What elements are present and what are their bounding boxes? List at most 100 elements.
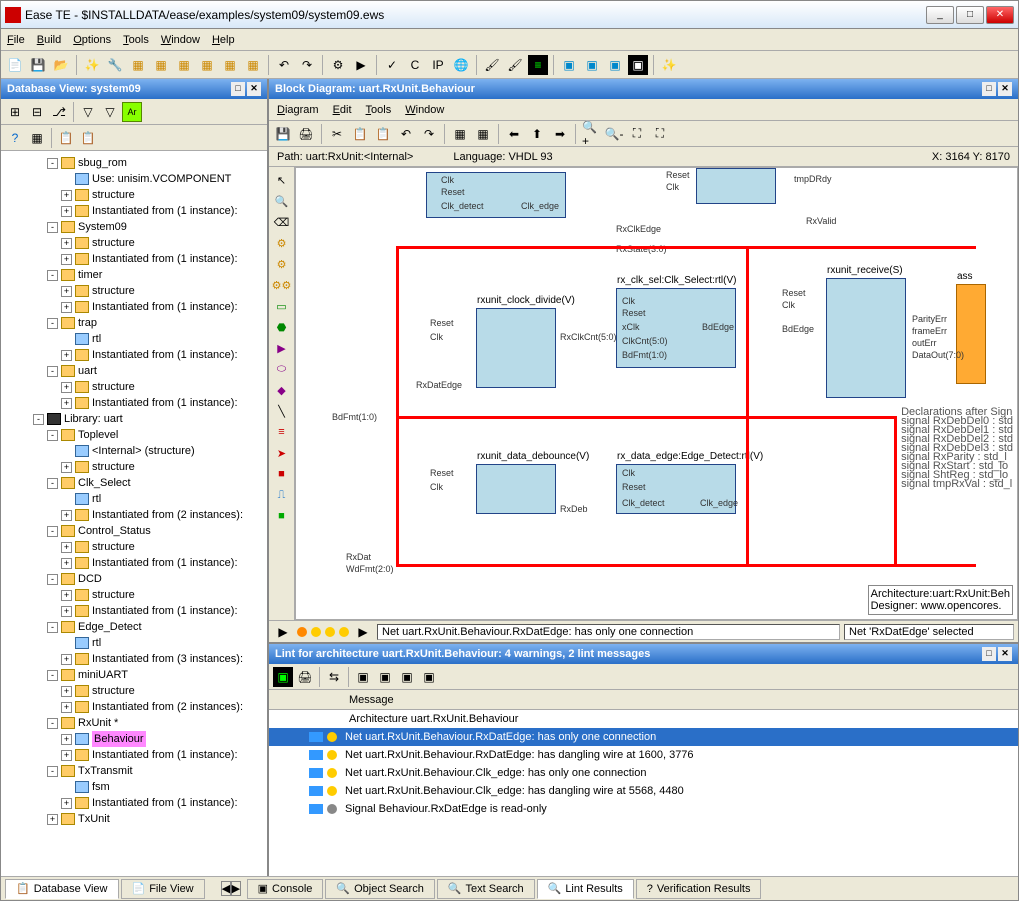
open-icon[interactable]: 📂: [51, 55, 71, 75]
tree-node[interactable]: +Instantiated from (1 instance):: [5, 347, 263, 363]
d-cut-icon[interactable]: ✂: [327, 124, 347, 144]
lines-tool-icon[interactable]: ≡: [273, 423, 291, 441]
brush1-icon[interactable]: 🖌: [482, 55, 502, 75]
menu-diag-window[interactable]: Window: [405, 104, 444, 116]
sheet4-icon[interactable]: ▦: [197, 55, 217, 75]
tab-scroll-left[interactable]: ◀: [221, 881, 231, 896]
tab-lint-results[interactable]: 🔍 Lint Results: [537, 879, 634, 899]
tri-tool-icon[interactable]: ▶: [273, 339, 291, 357]
tree-node[interactable]: rtl: [5, 635, 263, 651]
ar-icon[interactable]: Ar: [122, 102, 142, 122]
filter2-icon[interactable]: ▽: [100, 102, 120, 122]
menu-file[interactable]: File: [7, 34, 25, 46]
tree-node[interactable]: +structure: [5, 283, 263, 299]
magic-icon[interactable]: ✨: [659, 55, 679, 75]
close-button[interactable]: ✕: [986, 6, 1014, 24]
run-icon[interactable]: ▶: [351, 55, 371, 75]
menu-options[interactable]: Options: [73, 34, 111, 46]
ip-icon[interactable]: IP: [428, 55, 448, 75]
zoom-in-icon[interactable]: 🔍+: [581, 124, 601, 144]
nav-up-icon[interactable]: ⬆: [527, 124, 547, 144]
lint-f4-icon[interactable]: ▣: [419, 667, 439, 687]
gear2-icon[interactable]: ⚙: [273, 255, 291, 273]
eraser-icon[interactable]: ⌫: [273, 213, 291, 231]
menu-diag-tools[interactable]: Tools: [366, 104, 392, 116]
tree-node[interactable]: -Clk_Select: [5, 475, 263, 491]
diagram-max-button[interactable]: □: [982, 82, 996, 96]
c-icon[interactable]: C: [405, 55, 425, 75]
redo-icon[interactable]: ↷: [297, 55, 317, 75]
compile-icon[interactable]: ⚙: [328, 55, 348, 75]
hex-tool-icon[interactable]: ⬣: [273, 318, 291, 336]
sq-tool-icon[interactable]: ■: [273, 507, 291, 525]
win2-icon[interactable]: ▣: [582, 55, 602, 75]
tree-node[interactable]: rtl: [5, 331, 263, 347]
tree-node[interactable]: -uart: [5, 363, 263, 379]
cursor-icon[interactable]: ↖: [273, 171, 291, 189]
tree-node[interactable]: +structure: [5, 683, 263, 699]
lint-close-button[interactable]: ✕: [998, 647, 1012, 661]
tree-node[interactable]: +Instantiated from (1 instance):: [5, 203, 263, 219]
lint-row[interactable]: Architecture uart.RxUnit.Behaviour: [269, 710, 1018, 728]
arrow-tool-icon[interactable]: ➤: [273, 444, 291, 462]
tree-node[interactable]: -RxUnit *: [5, 715, 263, 731]
tree-icon[interactable]: ⎇: [49, 102, 69, 122]
tree-node[interactable]: -Control_Status: [5, 523, 263, 539]
lint-row[interactable]: Net uart.RxUnit.Behaviour.Clk_edge: has …: [269, 764, 1018, 782]
line-tool-icon[interactable]: ╲: [273, 402, 291, 420]
lint-row[interactable]: Net uart.RxUnit.Behaviour.RxDatEdge: has…: [269, 746, 1018, 764]
block-ass[interactable]: ass: [956, 284, 986, 384]
d-paste-icon[interactable]: 📋: [373, 124, 393, 144]
help-icon[interactable]: ?: [5, 128, 25, 148]
list-icon[interactable]: ≡: [528, 55, 548, 75]
minimize-button[interactable]: _: [926, 6, 954, 24]
lint-f1-icon[interactable]: ▣: [353, 667, 373, 687]
tab-scroll-right[interactable]: ▶: [231, 881, 241, 896]
tree-node[interactable]: +Behaviour: [5, 731, 263, 747]
undo-icon[interactable]: ↶: [274, 55, 294, 75]
filter1-icon[interactable]: ▽: [78, 102, 98, 122]
diagram-close-button[interactable]: ✕: [998, 82, 1012, 96]
menu-build[interactable]: Build: [37, 34, 61, 46]
diamond-icon[interactable]: ◆: [273, 381, 291, 399]
d-undo-icon[interactable]: ↶: [396, 124, 416, 144]
pane-close-button[interactable]: ✕: [247, 82, 261, 96]
lint-messages[interactable]: Message Architecture uart.RxUnit.Behavio…: [269, 690, 1018, 876]
d-save-icon[interactable]: 💾: [273, 124, 293, 144]
tree-node[interactable]: -System09: [5, 219, 263, 235]
zoom-tool-icon[interactable]: 🔍: [273, 192, 291, 210]
expand-icon[interactable]: ⊞: [5, 102, 25, 122]
tree-node[interactable]: -sbug_rom: [5, 155, 263, 171]
tree-node[interactable]: <Internal> (structure): [5, 443, 263, 459]
block-rxunit-receive[interactable]: rxunit_receive(S): [826, 278, 906, 398]
nav-left-icon[interactable]: ⬅: [504, 124, 524, 144]
lint-filter-icon[interactable]: ⇆: [324, 667, 344, 687]
menu-tools[interactable]: Tools: [123, 34, 149, 46]
tab-file-view[interactable]: 📄 File View: [121, 879, 205, 899]
status-nav-icon[interactable]: ▶: [273, 622, 293, 642]
menu-edit[interactable]: Edit: [333, 104, 352, 116]
nav-right-icon[interactable]: ➡: [550, 124, 570, 144]
tab-database-view[interactable]: 📋 Database View: [5, 879, 119, 899]
wizard-icon[interactable]: ✨: [82, 55, 102, 75]
sheet6-icon[interactable]: ▦: [243, 55, 263, 75]
tree-node[interactable]: +Instantiated from (1 instance):: [5, 747, 263, 763]
tree-node[interactable]: -Toplevel: [5, 427, 263, 443]
block-clk-edge[interactable]: Clk Reset Clk_detect Clk_edge: [426, 172, 566, 218]
tree-node[interactable]: +Instantiated from (1 instance):: [5, 395, 263, 411]
new-icon[interactable]: 📄: [5, 55, 25, 75]
block-clock-divide[interactable]: rxunit_clock_divide(V): [476, 308, 556, 388]
tree-node[interactable]: -timer: [5, 267, 263, 283]
pane-maximize-button[interactable]: □: [231, 82, 245, 96]
tree-node[interactable]: +Instantiated from (1 instance):: [5, 251, 263, 267]
win3-icon[interactable]: ▣: [605, 55, 625, 75]
tree-node[interactable]: -DCD: [5, 571, 263, 587]
rect-tool-icon[interactable]: ▭: [273, 297, 291, 315]
tab-object-search[interactable]: 🔍 Object Search: [325, 879, 434, 899]
tab-verification-results[interactable]: ? Verification Results: [636, 879, 762, 899]
tree-node[interactable]: rtl: [5, 491, 263, 507]
d-redo-icon[interactable]: ↷: [419, 124, 439, 144]
brush2-icon[interactable]: 🖌: [505, 55, 525, 75]
lint-row[interactable]: Net uart.RxUnit.Behaviour.RxDatEdge: has…: [269, 728, 1018, 746]
zoom-out-icon[interactable]: 🔍-: [604, 124, 624, 144]
